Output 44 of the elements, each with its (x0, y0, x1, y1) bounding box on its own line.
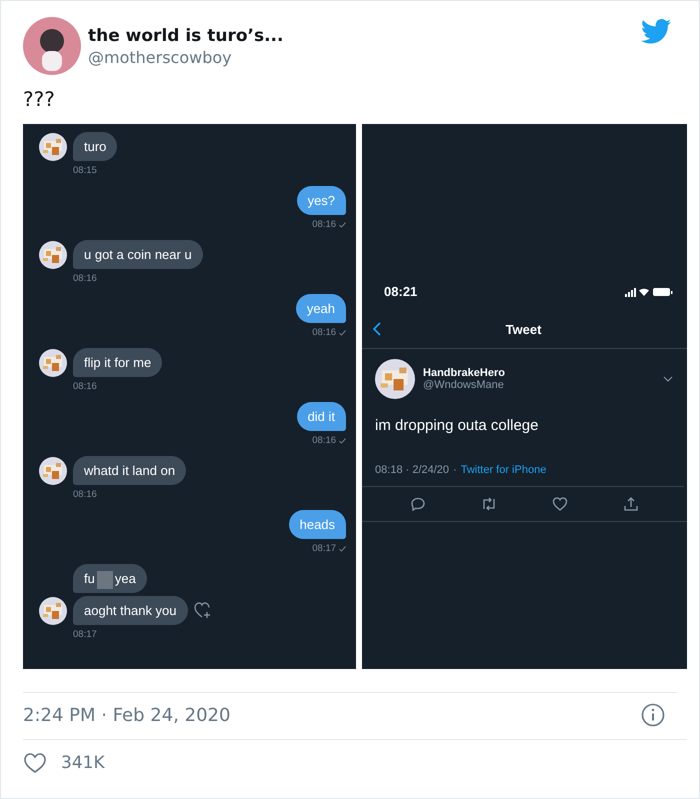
message-bubble: yeah (296, 294, 346, 323)
message-bubble: fu yea (73, 564, 147, 593)
message-time: 08:17 (73, 629, 97, 640)
message-time: 08:16 (312, 435, 336, 446)
message-bubble: u got a coin near u (73, 240, 203, 269)
back-icon[interactable] (372, 321, 382, 337)
tweet-author-name[interactable]: HandbrakeHero (423, 367, 655, 379)
message-bubble: yes? (296, 186, 346, 215)
heart-icon[interactable] (552, 496, 568, 512)
post-timestamp[interactable]: 2:24 PM · Feb 24, 2020 (23, 704, 230, 726)
author-handle[interactable]: @motherscowboy (88, 48, 634, 66)
source-link[interactable]: Twitter for iPhone (460, 464, 546, 476)
message-bubble: whatd it land on (73, 456, 186, 485)
tweet-author-handle[interactable]: @WndowsMane (423, 379, 655, 391)
chevron-down-icon[interactable] (663, 376, 673, 382)
message-bubble: flip it for me (73, 348, 162, 377)
heart-plus-icon[interactable] (194, 602, 212, 619)
tweet-body: im dropping outa college (374, 416, 540, 434)
message-time: 08:16 (312, 327, 336, 338)
avatar[interactable] (23, 17, 81, 75)
message-time: 08:16 (73, 381, 97, 392)
tweet-text: ??? (22, 86, 56, 111)
retweet-icon[interactable] (480, 496, 497, 512)
message-time: 08:17 (312, 543, 336, 554)
message-time: 08:16 (73, 489, 97, 500)
share-icon[interactable] (623, 496, 640, 512)
like-count[interactable]: 341K (61, 753, 105, 773)
message-time: 08:15 (73, 165, 97, 176)
reply-icon[interactable] (410, 496, 426, 512)
message-bubble: turo (73, 132, 118, 161)
tweet-timestamp: 08:18 · 2/24/20 (375, 464, 450, 476)
status-time: 08:21 (384, 284, 418, 299)
info-icon[interactable] (641, 703, 665, 727)
message-bubble: did it (296, 402, 346, 431)
bird-logo-icon[interactable] (641, 19, 671, 44)
author-name[interactable]: the world is turo’s... (88, 26, 634, 46)
message-time: 08:16 (73, 273, 97, 284)
message-bubble: aoght thank you (73, 596, 188, 625)
nav-title: Tweet (504, 322, 542, 336)
message-time: 08:16 (312, 219, 336, 230)
message-bubble: heads (288, 510, 346, 539)
heart-icon[interactable] (23, 752, 47, 774)
separator-dot: · (453, 464, 457, 476)
status-icons-drawing (625, 286, 673, 296)
